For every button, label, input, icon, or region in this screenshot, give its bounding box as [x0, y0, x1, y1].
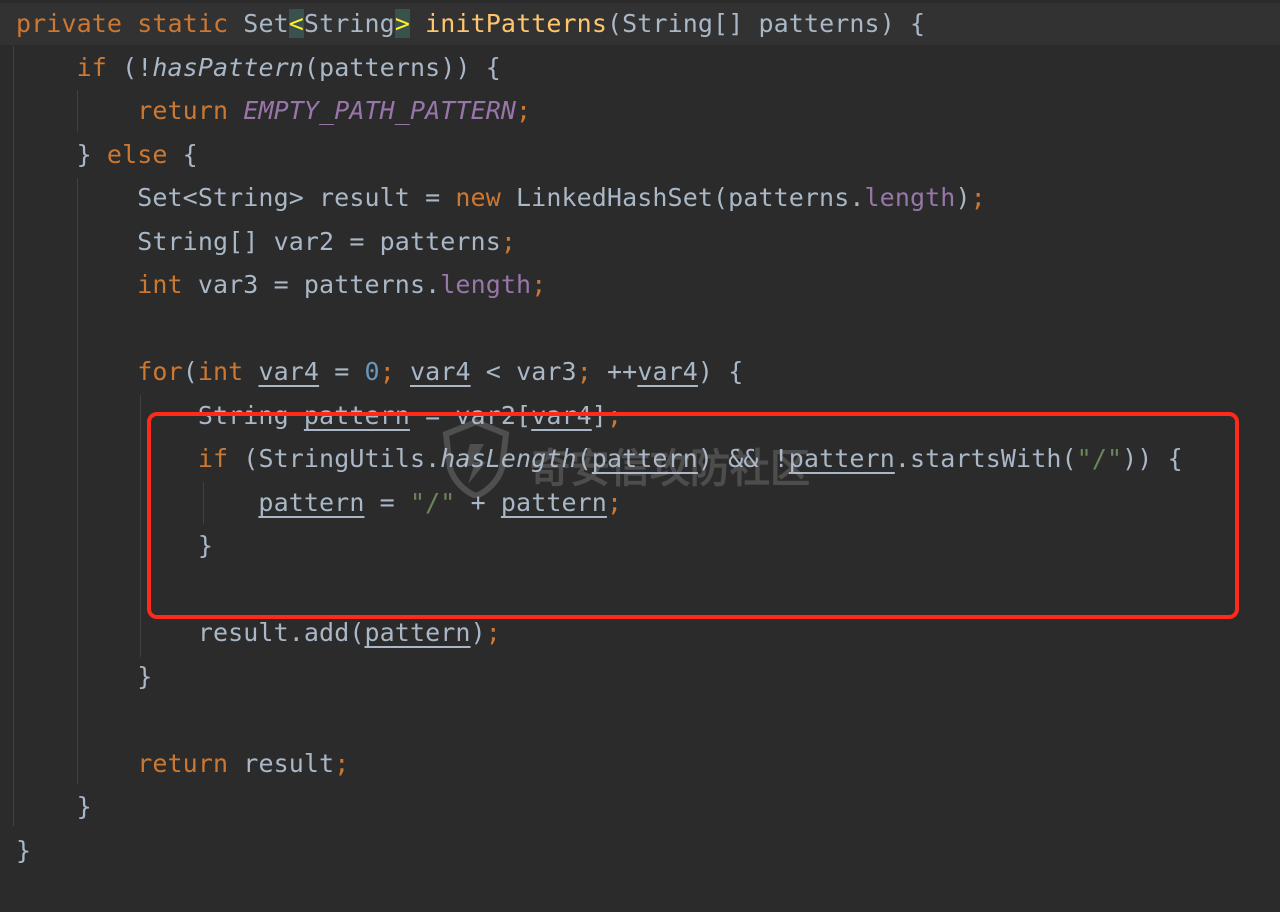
code-line-7[interactable]: int var3 = patterns.length; — [16, 265, 546, 305]
keyword-int: int — [137, 270, 183, 299]
type-set: Set — [243, 9, 289, 38]
code-text: ) — [955, 183, 971, 212]
code-text: result — [228, 749, 335, 778]
code-text: { — [167, 140, 198, 169]
code-text: < var3 — [470, 357, 577, 386]
code-text: var3 = patterns. — [182, 270, 441, 299]
type-string: String — [303, 9, 395, 38]
code-line-6[interactable]: String[] var2 = patterns; — [16, 222, 516, 262]
code-text: ) { — [697, 357, 744, 386]
semicolon: ; — [516, 96, 532, 125]
keyword-for: for — [137, 357, 183, 386]
generic-open-bracket: < — [288, 9, 304, 38]
semicolon: ; — [334, 749, 350, 778]
keyword-static: static — [137, 9, 229, 38]
brace: } — [16, 836, 32, 865]
semicolon: ; — [576, 357, 592, 386]
code-text: = — [319, 357, 365, 386]
code-line-4[interactable]: } else { — [16, 135, 198, 175]
variable-var4: var4 — [410, 357, 471, 386]
generic-close-bracket: > — [394, 9, 410, 38]
code-editor[interactable]: private static Set<String> initPatterns(… — [0, 0, 1280, 912]
code-text: result.add( — [197, 618, 365, 647]
brace: } — [76, 140, 92, 169]
variable-var4: var4 — [637, 357, 698, 386]
number-literal: 0 — [364, 357, 380, 386]
code-text: LinkedHashSet(patterns. — [500, 183, 865, 212]
semicolon: ; — [485, 618, 501, 647]
field-length: length — [440, 270, 532, 299]
indent-guide — [13, 46, 14, 826]
code-line-14[interactable]: } — [16, 657, 152, 697]
code-line-16[interactable]: } — [16, 787, 92, 827]
brace: } — [76, 792, 92, 821]
method-params: (String[] patterns) { — [606, 9, 926, 38]
code-line-2[interactable]: if (!hasPattern(patterns)) { — [16, 48, 501, 88]
code-text: ( — [182, 357, 198, 386]
method-name: initPatterns — [425, 9, 607, 38]
code-text: (! — [106, 53, 153, 82]
field-length: length — [864, 183, 956, 212]
code-text: ) — [470, 618, 486, 647]
code-text: Set<String> result = — [137, 183, 456, 212]
code-line-1[interactable]: private static Set<String> initPatterns(… — [16, 4, 925, 44]
keyword-return: return — [137, 96, 229, 125]
semicolon: ; — [379, 357, 395, 386]
keyword-if: if — [76, 53, 107, 82]
variable-var4: var4 — [258, 357, 320, 386]
code-text: String[] var2 = patterns — [137, 227, 501, 256]
keyword-private: private — [16, 9, 123, 38]
semicolon: ; — [531, 270, 547, 299]
brace: } — [137, 662, 153, 691]
semicolon: ; — [970, 183, 986, 212]
code-line-13[interactable]: result.add(pattern); — [16, 613, 501, 653]
keyword-else: else — [106, 140, 168, 169]
keyword-int: int — [197, 357, 244, 386]
keyword-new: new — [455, 183, 501, 212]
semicolon: ; — [500, 227, 517, 256]
variable-pattern: pattern — [364, 618, 471, 647]
code-line-15[interactable]: return result; — [16, 744, 349, 784]
static-call: hasPattern — [152, 53, 304, 82]
code-text: (patterns)) { — [303, 53, 501, 82]
code-line-5[interactable]: Set<String> result = new LinkedHashSet(p… — [16, 178, 986, 218]
code-line-17[interactable]: } — [16, 831, 31, 871]
code-line-8[interactable]: for(int var4 = 0; var4 < var3; ++var4) { — [16, 352, 743, 392]
code-line-3[interactable]: return EMPTY_PATH_PATTERN; — [16, 91, 531, 131]
keyword-return: return — [137, 749, 229, 778]
annotation-highlight-box — [147, 412, 1239, 619]
constant: EMPTY_PATH_PATTERN — [243, 96, 517, 125]
code-text: ++ — [591, 357, 638, 386]
